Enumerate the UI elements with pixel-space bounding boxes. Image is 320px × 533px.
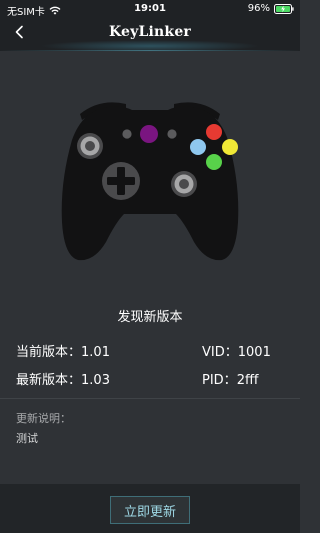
- page-title: KeyLinker: [108, 24, 192, 40]
- battery-charging-icon: [274, 3, 294, 14]
- vid-label: VID：: [202, 345, 238, 360]
- release-notes-label: 更新说明：: [16, 412, 71, 425]
- controller-illustration: [60, 96, 240, 264]
- pid-label: PID：: [202, 373, 237, 388]
- pid-info: PID：2fff: [202, 369, 259, 388]
- status-right: 96%: [248, 3, 294, 14]
- status-bar: 无SIM卡 19:01 96%: [0, 0, 300, 18]
- latest-version-label: 最新版本：: [16, 373, 82, 388]
- latest-version: 最新版本：1.03: [16, 369, 110, 388]
- vid-value: 1001: [237, 345, 271, 360]
- current-version-label: 当前版本：: [16, 345, 82, 360]
- header-divider: [0, 50, 300, 51]
- update-now-button[interactable]: 立即更新: [110, 496, 190, 524]
- gamepad-icon: [61, 102, 239, 261]
- release-notes-text: 测试: [16, 432, 38, 445]
- current-version: 当前版本：1.01: [16, 341, 110, 360]
- update-found-heading: 发现新版本: [117, 310, 183, 325]
- vid-info: VID：1001: [202, 341, 271, 360]
- latest-version-value: 1.03: [81, 373, 110, 388]
- current-version-value: 1.01: [81, 345, 110, 360]
- section-divider: [0, 398, 300, 399]
- battery-percent: 96%: [247, 3, 270, 14]
- pid-value: 2fff: [236, 373, 259, 388]
